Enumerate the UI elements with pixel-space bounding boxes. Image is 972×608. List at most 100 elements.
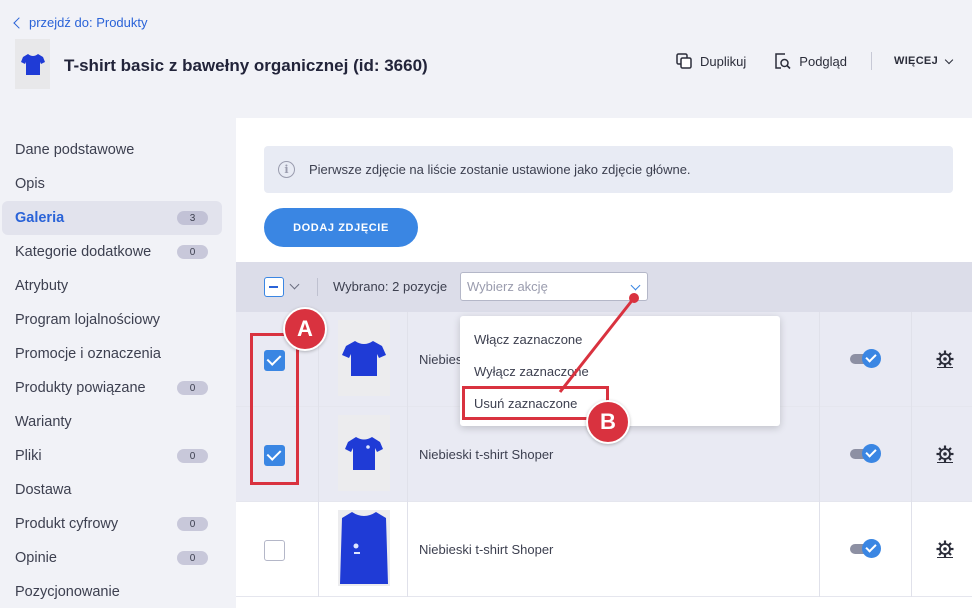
sidebar-item-pozycjonowanie[interactable]: Pozycjonowanie: [0, 575, 236, 608]
info-text: Pierwsze zdjęcie na liście zostanie usta…: [309, 162, 691, 177]
preview-label: Podgląd: [799, 53, 848, 69]
sidebar-item-produkt-cyfrowy[interactable]: Produkt cyfrowy 0: [0, 507, 236, 541]
chevron-down-icon[interactable]: [289, 279, 300, 290]
product-photo[interactable]: [338, 320, 390, 396]
column-divider: [911, 502, 912, 597]
duplicate-button[interactable]: Duplikuj: [676, 53, 746, 69]
page-title: T-shirt basic z bawełny organicznej (id:…: [64, 56, 428, 75]
product-photo[interactable]: [338, 510, 390, 586]
column-divider: [407, 407, 408, 502]
column-divider: [318, 407, 319, 502]
column-divider: [407, 502, 408, 597]
column-divider: [819, 502, 820, 597]
sidebar-item-program-lojalnosciowy[interactable]: Program lojalnościowy: [0, 303, 236, 337]
option-enable-selected[interactable]: Włącz zaznaczone: [474, 332, 582, 347]
duplicate-label: Duplikuj: [700, 53, 747, 69]
sidebar-item-label: Warianty: [15, 414, 72, 430]
toggle-knob: [862, 539, 881, 558]
toolbar-divider: [317, 278, 318, 296]
option-disable-selected[interactable]: Wyłącz zaznaczone: [474, 364, 589, 379]
column-divider: [819, 407, 820, 502]
photo-name: Niebieski t-shirt Shoper: [419, 447, 554, 462]
count-badge: 0: [177, 517, 208, 531]
bulk-action-placeholder: Wybierz akcję: [467, 279, 548, 294]
count-badge: 0: [177, 449, 208, 463]
tshirt-icon: [342, 341, 386, 376]
visibility-toggle[interactable]: [850, 443, 882, 465]
sidebar-item-warianty[interactable]: Warianty: [0, 405, 236, 439]
more-menu-button[interactable]: WIĘCEJ: [894, 55, 954, 67]
sidebar-item-kategorie-dodatkowe[interactable]: Kategorie dodatkowe 0: [0, 235, 236, 269]
sidebar-item-label: Promocje i oznaczenia: [15, 346, 161, 362]
toggle-knob: [862, 444, 881, 463]
gear-icon[interactable]: [936, 350, 954, 368]
sidebar-item-label: Dostawa: [15, 482, 72, 498]
header-divider: [871, 52, 873, 70]
toggle-knob: [862, 349, 881, 368]
tshirt-icon: [345, 437, 383, 470]
visibility-toggle[interactable]: [850, 348, 882, 370]
selected-count: Wybrano: 2 pozycje: [333, 279, 448, 294]
sidebar-item-atrybuty[interactable]: Atrybuty: [0, 269, 236, 303]
duplicate-icon: [676, 53, 692, 69]
info-icon: i: [278, 161, 295, 178]
chevron-down-icon: [944, 55, 954, 64]
page-header: przejdź do: Produkty T-shirt basic z baw…: [0, 0, 972, 118]
back-link-label: przejdź do: Produkty: [29, 15, 148, 30]
photo-name: Niebieski t-shirt Shoper: [419, 542, 554, 557]
sidebar-item-dostawa[interactable]: Dostawa: [0, 473, 236, 507]
info-notice: i Pierwsze zdjęcie na liście zostanie us…: [264, 146, 953, 193]
column-divider: [407, 312, 408, 407]
sidebar-item-promocje[interactable]: Promocje i oznaczenia: [0, 337, 236, 371]
row-checkbox[interactable]: [264, 540, 285, 561]
preview-icon: [775, 52, 791, 69]
column-divider: [819, 312, 820, 407]
sidebar-item-opinie[interactable]: Opinie 0: [0, 541, 236, 575]
sidebar-item-label: Kategorie dodatkowe: [15, 244, 152, 260]
column-divider: [318, 502, 319, 597]
annotation-marker-a: A: [283, 307, 327, 351]
sidebar-item-dane-podstawowe[interactable]: Dane podstawowe: [0, 133, 236, 167]
sidebar-item-pliki[interactable]: Pliki 0: [0, 439, 236, 473]
count-badge: 0: [177, 381, 208, 395]
sidebar-item-label: Produkty powiązane: [15, 380, 146, 396]
select-all-checkbox[interactable]: [264, 277, 284, 297]
product-photo[interactable]: [338, 415, 390, 491]
sidebar-item-opis[interactable]: Opis: [0, 167, 236, 201]
sidebar-item-label: Dane podstawowe: [15, 142, 135, 158]
visibility-toggle[interactable]: [850, 538, 882, 560]
sidebar-nav: Dane podstawowe Opis Galeria 3 Kategorie …: [0, 133, 236, 608]
more-label: WIĘCEJ: [894, 55, 938, 67]
sidebar-item-label: Produkt cyfrowy: [15, 516, 119, 532]
product-thumbnail: [15, 39, 50, 89]
tshirt-icon: [20, 54, 45, 75]
count-badge: 0: [177, 245, 208, 259]
add-photo-button[interactable]: DODAJ ZDJĘCIE: [264, 208, 418, 247]
column-divider: [911, 407, 912, 502]
gear-icon[interactable]: [936, 540, 954, 558]
back-to-products-link[interactable]: przejdź do: Produkty: [13, 15, 148, 30]
sidebar-item-label: Opis: [15, 176, 45, 192]
sidebar-item-label: Program lojalnościowy: [15, 312, 161, 328]
table-row: Niebieski t-shirt Shoper: [236, 502, 972, 597]
bulk-actions-toolbar: Wybrano: 2 pozycje Wybierz akcję: [236, 262, 972, 312]
sidebar-item-label: Pliki: [15, 448, 42, 464]
sidebar-item-galeria[interactable]: Galeria 3: [2, 201, 222, 235]
chevron-left-icon: [13, 17, 25, 29]
sidebar-item-produkty-powiazane[interactable]: Produkty powiązane 0: [0, 371, 236, 405]
annotation-marker-b: B: [586, 400, 630, 444]
sidebar-item-label: Opinie: [15, 550, 57, 566]
column-divider: [911, 312, 912, 407]
sidebar-item-label: Atrybuty: [15, 278, 69, 294]
preview-button[interactable]: Podgląd: [774, 52, 848, 70]
chevron-down-icon: [630, 280, 641, 291]
gear-icon[interactable]: [936, 445, 954, 463]
tshirt-icon: [340, 512, 388, 584]
count-badge: 0: [177, 551, 208, 565]
count-badge: 3: [177, 211, 208, 225]
header-actions: Duplikuj Podgląd WIĘCEJ: [676, 50, 972, 72]
photo-name: Niebies: [419, 352, 463, 367]
sidebar-item-label: Pozycjonowanie: [15, 584, 120, 600]
sidebar-item-label: Galeria: [15, 210, 65, 226]
bulk-action-select[interactable]: Wybierz akcję: [460, 272, 648, 301]
